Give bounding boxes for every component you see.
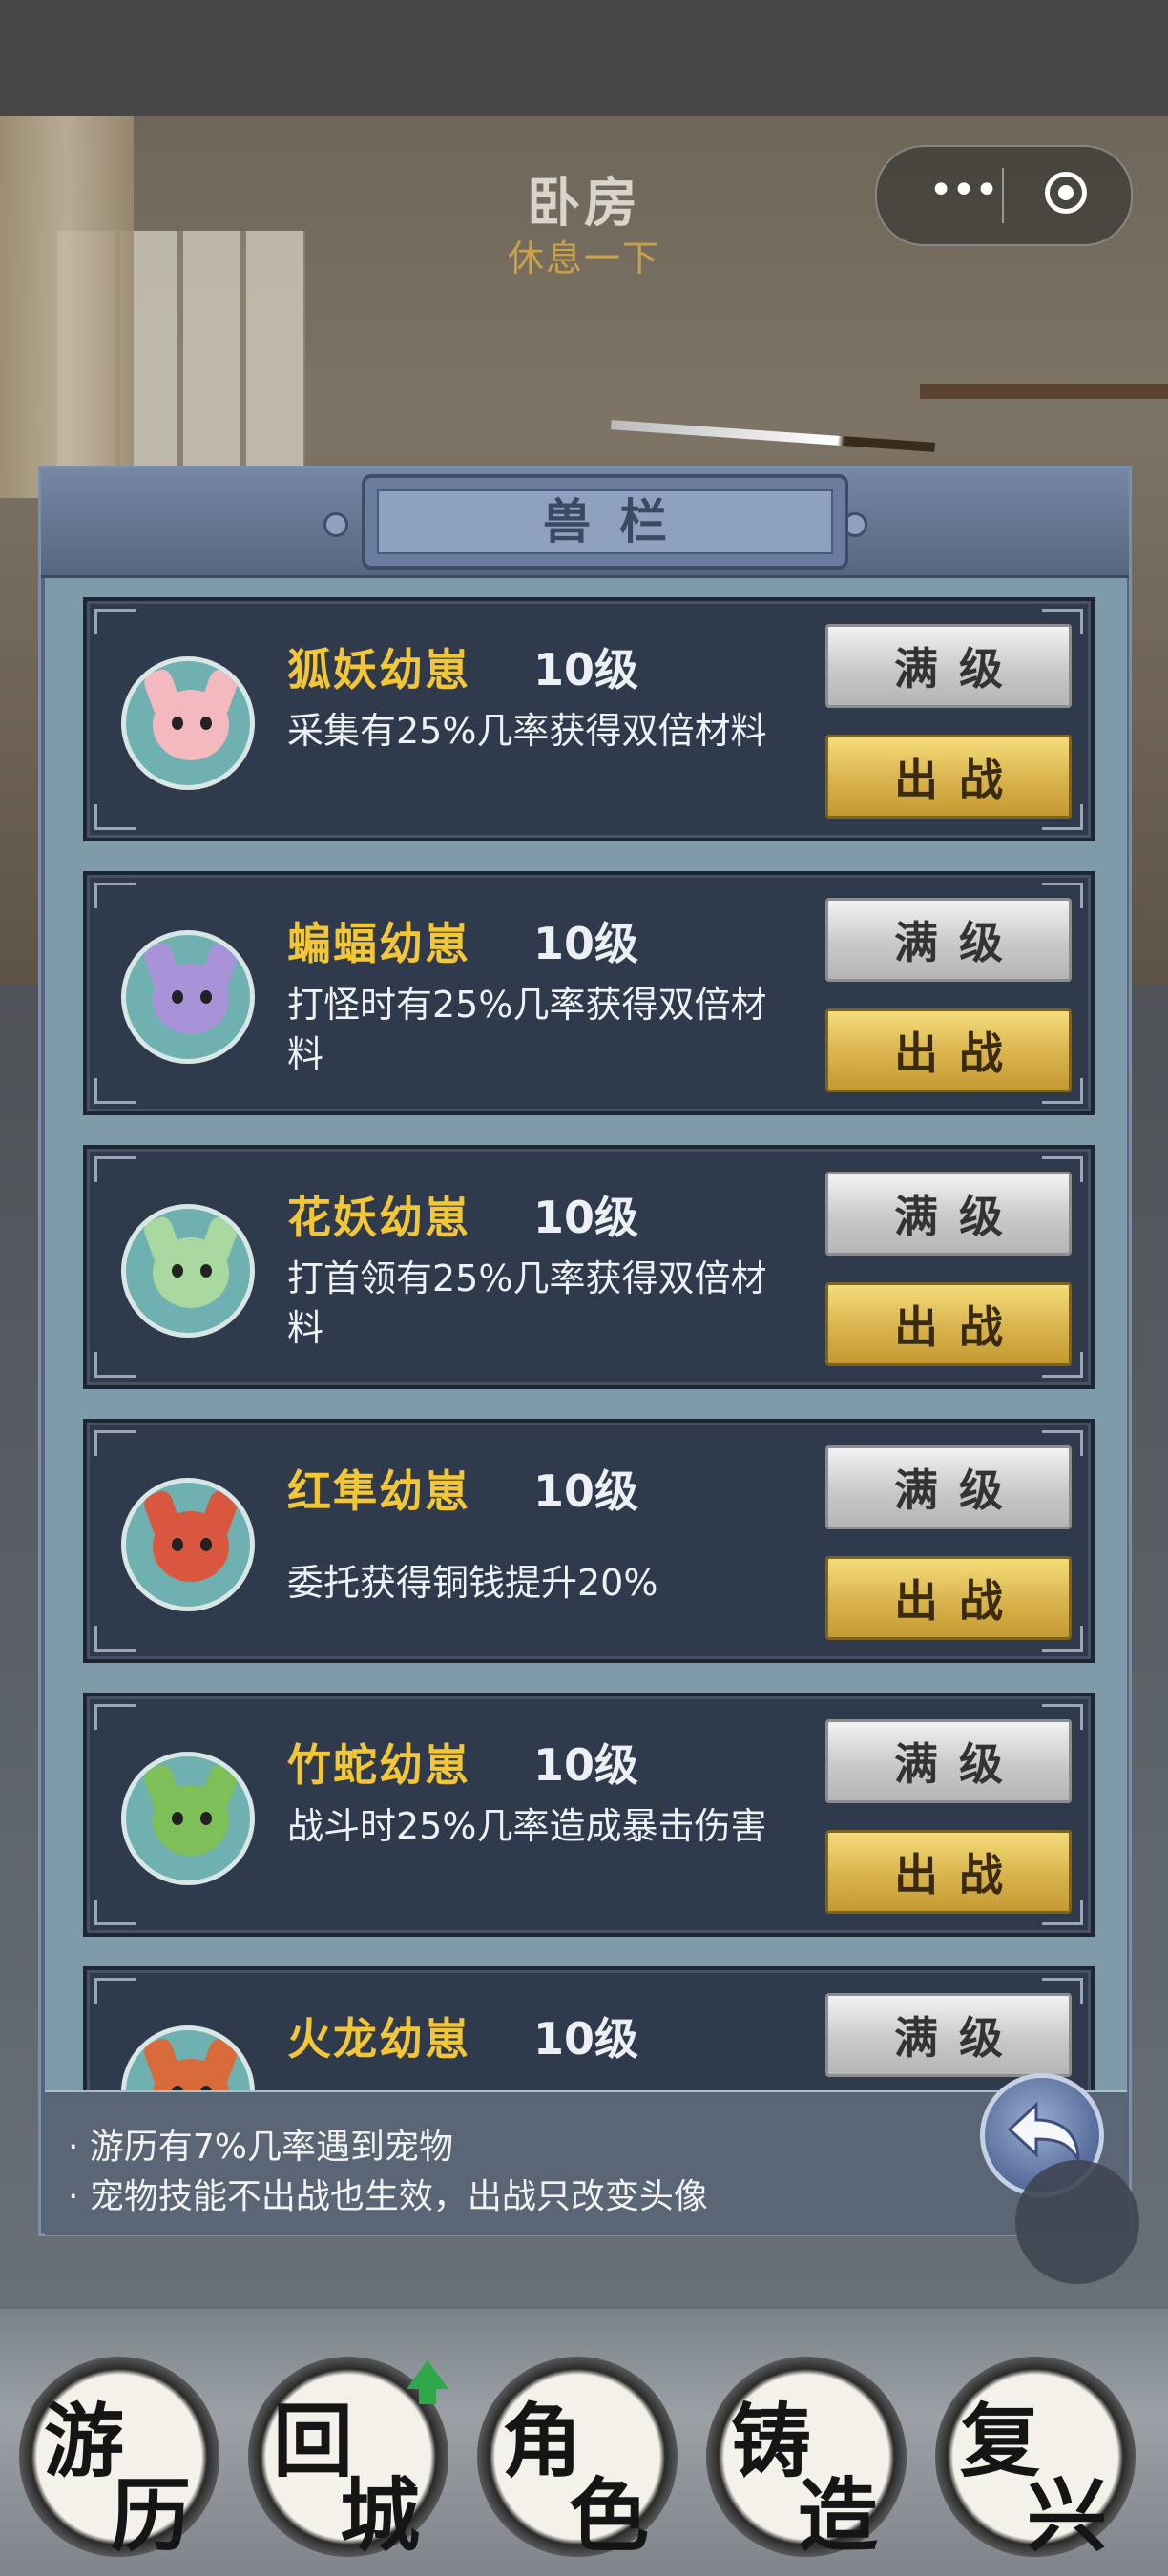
avatar-face — [153, 1511, 229, 1582]
avatar-eye — [172, 1812, 183, 1825]
avatar-eye — [172, 1538, 183, 1551]
pet-skill-desc: 委托获得铜钱提升20% — [287, 1562, 658, 1604]
avatar-face — [153, 1237, 229, 1308]
nav-char-bottom: 历 — [111, 2468, 192, 2563]
pet-card: 蝙蝠幼崽 10级 打怪时有25%几率获得双倍材料 满级 出战 — [83, 871, 1095, 1115]
fox-pet-icon — [121, 656, 255, 790]
pet-level: 10级 — [533, 1192, 639, 1243]
avatar-face — [153, 690, 229, 760]
max-level-button[interactable]: 满级 — [825, 1719, 1072, 1803]
card-corner — [94, 1352, 136, 1378]
nav-char-bottom: 造 — [798, 2468, 879, 2563]
card-corner — [94, 609, 136, 634]
pet-card: 红隼幼崽 10级 委托获得铜钱提升20% 满级 出战 — [83, 1419, 1095, 1663]
falcon-pet-icon — [121, 1478, 255, 1611]
scroll-knob-left — [323, 512, 348, 537]
pet-list-viewport[interactable]: 狐妖幼崽 10级 采集有25%几率获得双倍材料 满级 出战 蝙蝠幼崽 10级 打… — [45, 578, 1127, 2114]
max-level-button[interactable]: 满级 — [825, 1445, 1072, 1529]
avatar-eye — [172, 717, 183, 730]
avatar-eye — [200, 990, 212, 1004]
max-level-button[interactable]: 满级 — [825, 898, 1072, 982]
card-corner — [94, 804, 136, 830]
note-line-2: · 宠物技能不出战也生效，出战只改变头像 — [68, 2177, 708, 2216]
nav-char-bottom: 色 — [569, 2468, 650, 2563]
max-level-button[interactable]: 满级 — [825, 1172, 1072, 1256]
avatar-eye — [200, 717, 212, 730]
nav-char-bottom: 兴 — [1027, 2468, 1108, 2563]
pet-card: 花妖幼崽 10级 打首领有25%几率获得双倍材料 满级 出战 — [83, 1145, 1095, 1389]
nav-character-button[interactable]: 角 色 — [477, 2357, 678, 2563]
more-options-icon[interactable]: ••• — [915, 170, 1011, 219]
pet-name: 竹蛇幼崽 — [287, 1739, 470, 1791]
deploy-button[interactable]: 出战 — [825, 1830, 1072, 1914]
pet-level: 10级 — [533, 1739, 639, 1791]
card-corner — [94, 1626, 136, 1652]
max-level-button[interactable]: 满级 — [825, 1993, 1072, 2077]
pet-level: 10级 — [533, 644, 639, 696]
miniprogram-capsule: ••• — [875, 145, 1133, 246]
card-corner — [94, 1900, 136, 1925]
panel-header: 兽栏 — [41, 468, 1129, 578]
pet-level: 10级 — [533, 2013, 639, 2065]
pet-level: 10级 — [533, 918, 639, 969]
card-corner — [94, 1978, 136, 2004]
upgrade-arrow-icon — [407, 2360, 448, 2389]
note-line-1: · 游历有7%几率遇到宠物 — [68, 2128, 453, 2167]
avatar-eye — [200, 1538, 212, 1551]
card-corner — [94, 883, 136, 908]
nav-travel-button[interactable]: 游 历 — [19, 2357, 219, 2563]
deploy-button[interactable]: 出战 — [825, 1008, 1072, 1092]
card-corner — [94, 1430, 136, 1456]
pet-list: 狐妖幼崽 10级 采集有25%几率获得双倍材料 满级 出战 蝙蝠幼崽 10级 打… — [83, 597, 1095, 2114]
nav-char-bottom: 城 — [340, 2468, 421, 2563]
panel-title-frame: 兽栏 — [362, 474, 848, 570]
background-round-button — [1015, 2160, 1139, 2284]
pet-card: 竹蛇幼崽 10级 战斗时25%几率造成暴击伤害 满级 出战 — [83, 1693, 1095, 1937]
card-corner — [94, 1078, 136, 1104]
deploy-button[interactable]: 出战 — [825, 1556, 1072, 1640]
close-target-icon[interactable] — [1045, 172, 1087, 214]
nav-forge-button[interactable]: 铸 造 — [706, 2357, 907, 2563]
pet-level: 10级 — [533, 1465, 639, 1517]
avatar-face — [153, 964, 229, 1034]
avatar-eye — [172, 1264, 183, 1278]
sword-decoration — [611, 420, 935, 452]
pet-stable-panel: 兽栏 狐妖幼崽 10级 采集有25%几率获得双倍材料 满级 出战 蝙蝠幼崽 10… — [38, 466, 1132, 2236]
nav-revive-button[interactable]: 复 兴 — [935, 2357, 1136, 2563]
avatar-eye — [200, 1812, 212, 1825]
card-corner — [94, 1704, 136, 1730]
pet-name: 狐妖幼崽 — [287, 644, 470, 696]
pet-skill-desc: 采集有25%几率获得双倍材料 — [287, 710, 767, 752]
pet-name: 红隼幼崽 — [287, 1465, 470, 1517]
avatar-eye — [172, 990, 183, 1004]
notes-area: · 游历有7%几率遇到宠物 · 宠物技能不出战也生效，出战只改变头像 — [45, 2092, 1127, 2235]
upgrade-arrow-stem — [419, 2387, 436, 2404]
flower-pet-icon — [121, 1204, 255, 1338]
pet-name: 蝙蝠幼崽 — [287, 918, 470, 969]
panel-title: 兽栏 — [377, 489, 833, 554]
panel-divider — [45, 2090, 1127, 2092]
pet-skill-desc: 打首领有25%几率获得双倍材料 — [287, 1257, 767, 1349]
capsule-divider — [1002, 168, 1004, 223]
pet-skill-desc: 战斗时25%几率造成暴击伤害 — [287, 1805, 767, 1847]
shelf-decoration — [920, 384, 1168, 399]
pet-skill-desc: 打怪时有25%几率获得双倍材料 — [287, 984, 767, 1075]
pet-card: 狐妖幼崽 10级 采集有25%几率获得双倍材料 满级 出战 — [83, 597, 1095, 841]
snake-pet-icon — [121, 1752, 255, 1885]
avatar-eye — [200, 1264, 212, 1278]
deploy-button[interactable]: 出战 — [825, 1282, 1072, 1366]
card-corner — [94, 1156, 136, 1182]
bat-pet-icon — [121, 930, 255, 1064]
deploy-button[interactable]: 出战 — [825, 735, 1072, 819]
avatar-face — [153, 1785, 229, 1856]
max-level-button[interactable]: 满级 — [825, 624, 1072, 708]
pet-name: 火龙幼崽 — [287, 2013, 470, 2065]
pet-name: 花妖幼崽 — [287, 1192, 470, 1243]
top-status-area — [0, 0, 1168, 116]
